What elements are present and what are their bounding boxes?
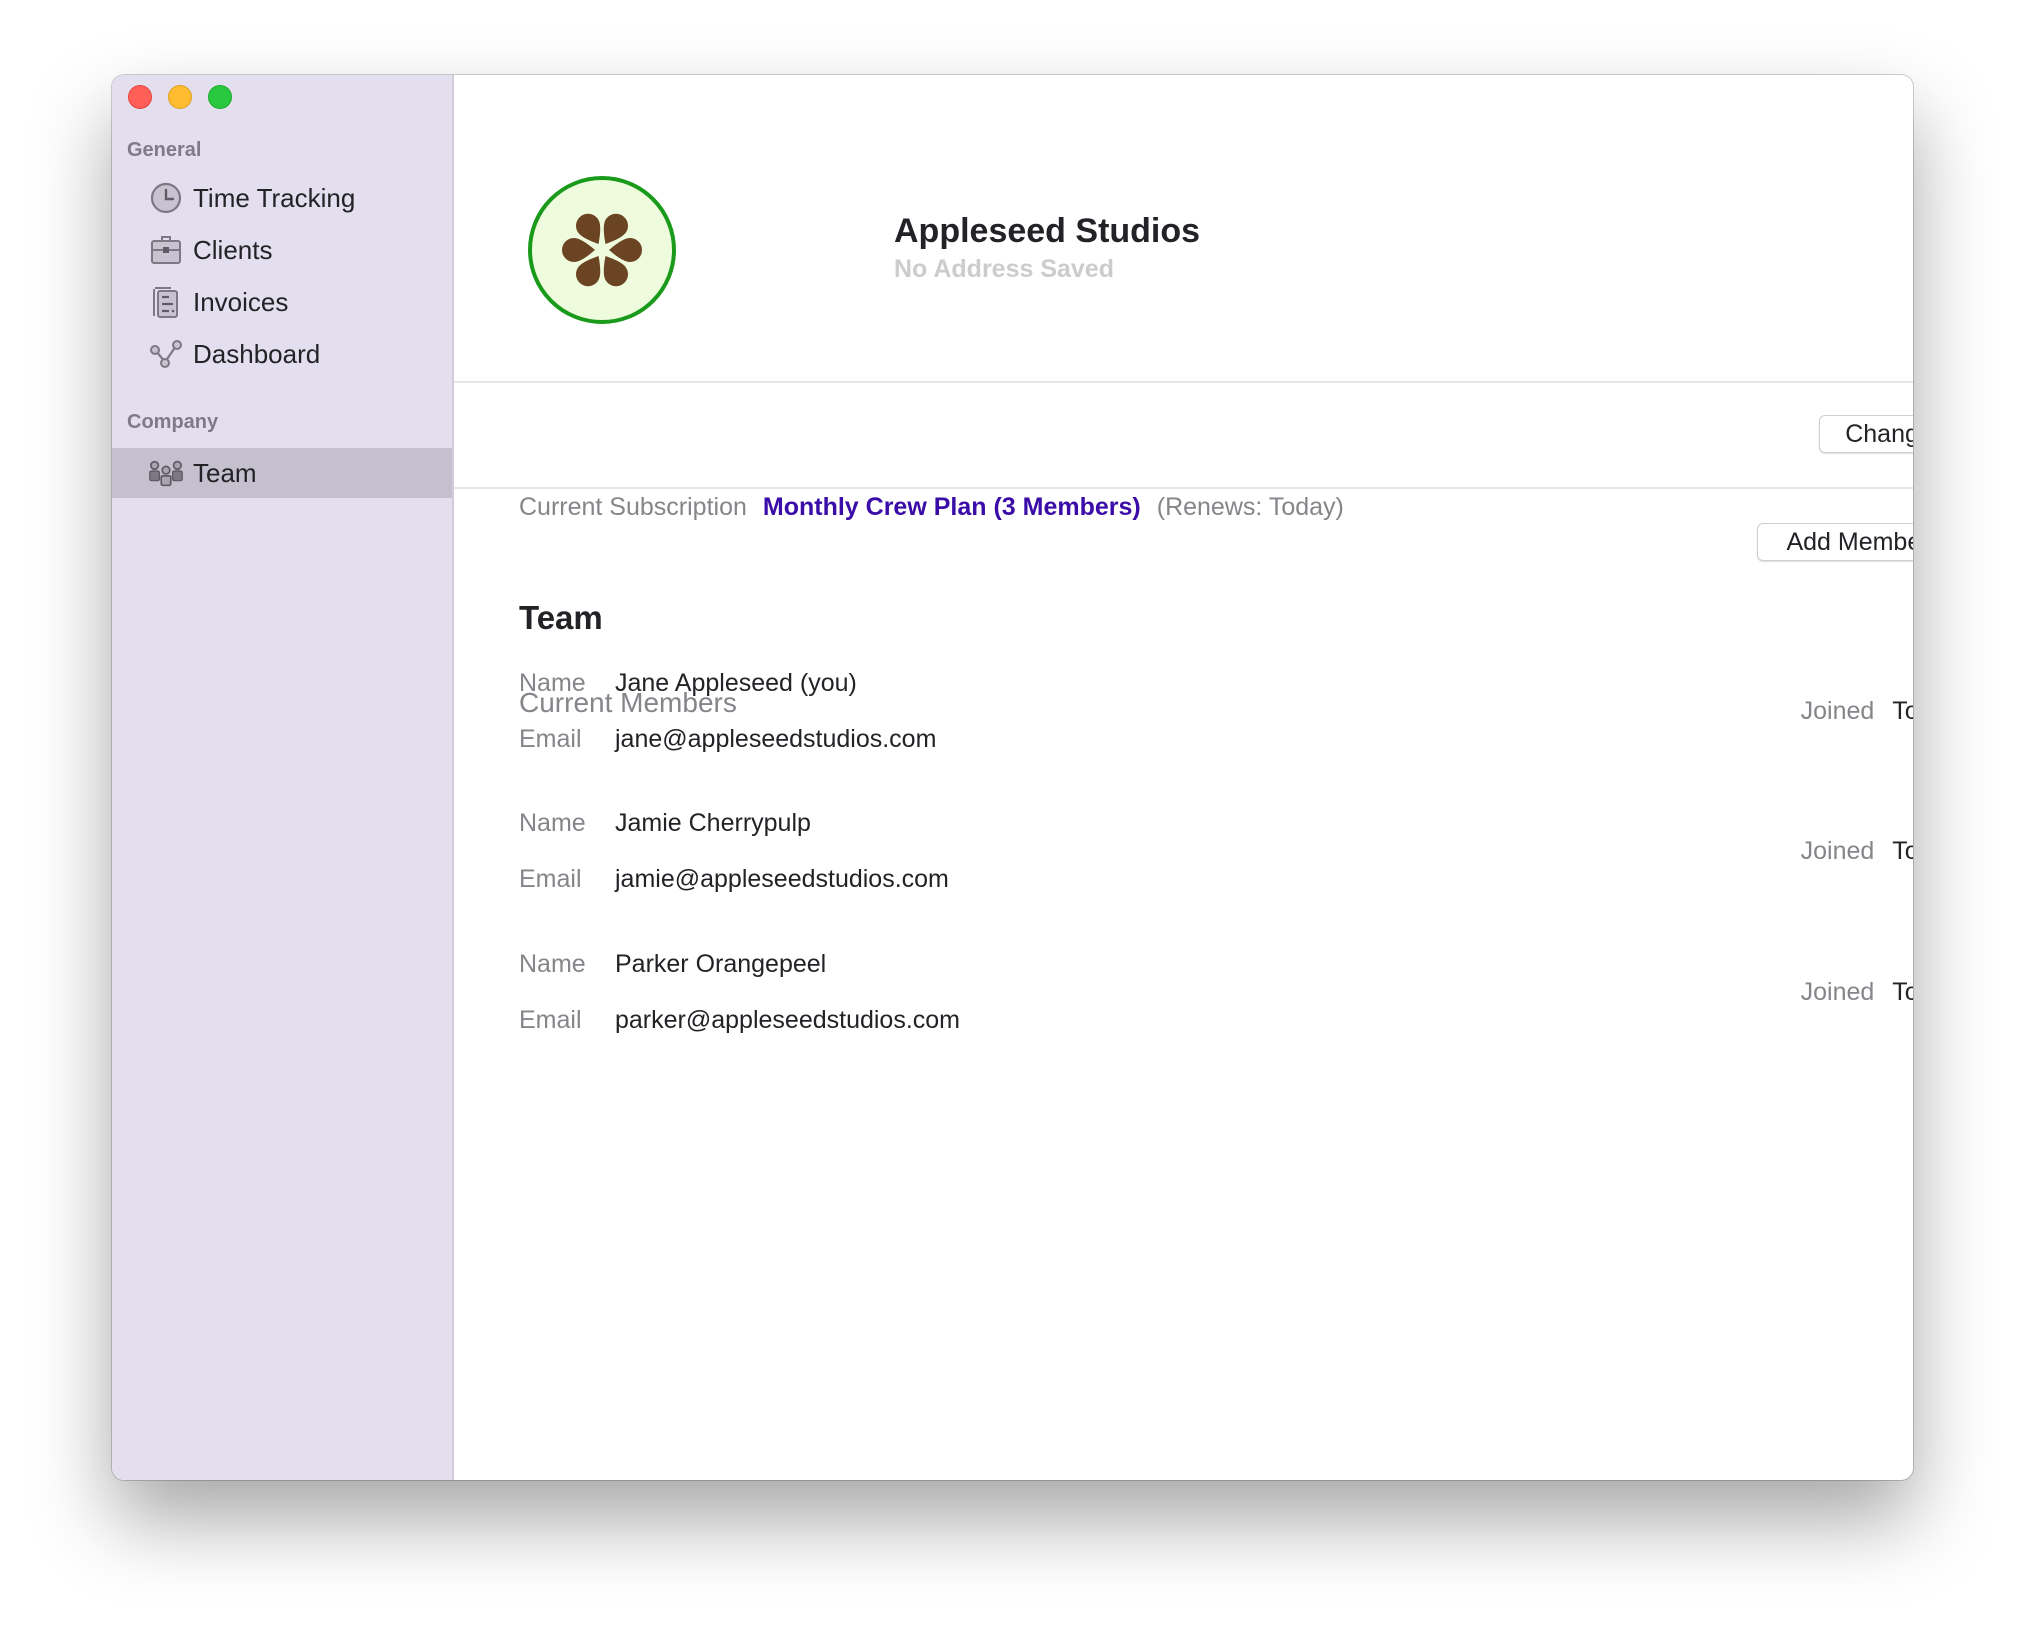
header-divider xyxy=(454,381,1913,383)
close-window-button[interactable] xyxy=(128,85,152,109)
team-heading: Team xyxy=(519,599,603,637)
member-row: NameParker Orangepeel Emailparker@apples… xyxy=(519,950,1913,1070)
subscription-plan: Monthly Crew Plan (3 Members) xyxy=(763,493,1141,522)
member-email: parker@appleseedstudios.com xyxy=(615,1006,960,1035)
member-name: Jane Appleseed (you) xyxy=(615,669,857,698)
member-row: NameJamie Cherrypulp Emailjamie@applesee… xyxy=(519,809,1913,929)
sidebar-item-label: Time Tracking xyxy=(193,183,355,214)
window-controls xyxy=(128,85,232,109)
member-joined: Today xyxy=(1892,837,1913,866)
name-key: Name xyxy=(519,669,615,698)
seed-flower-logo-icon xyxy=(527,175,677,325)
member-email: jane@appleseedstudios.com xyxy=(615,725,936,754)
sidebar-section-company: Company xyxy=(127,411,218,434)
clock-icon xyxy=(148,180,184,216)
member-name: Jamie Cherrypulp xyxy=(615,809,811,838)
name-key: Name xyxy=(519,950,615,979)
subscription-label: Current Subscription xyxy=(519,493,747,522)
sidebar-item-label: Invoices xyxy=(193,287,288,318)
member-row: NameJane Appleseed (you) Emailjane@apple… xyxy=(519,669,1913,789)
joined-key: Joined xyxy=(1801,837,1875,866)
change-subscription-button[interactable]: Change xyxy=(1819,415,1913,453)
add-member-button[interactable]: Add Member xyxy=(1757,523,1913,561)
email-key: Email xyxy=(519,865,615,894)
joined-key: Joined xyxy=(1801,978,1875,1007)
subscription-renews: (Renews: Today) xyxy=(1157,493,1344,522)
zoom-window-button[interactable] xyxy=(208,85,232,109)
member-name: Parker Orangepeel xyxy=(615,950,826,979)
app-window: General Time Tracking Clients Invoices D… xyxy=(112,75,1913,1480)
sidebar-item-label: Team xyxy=(193,458,257,489)
sidebar-item-clients[interactable]: Clients xyxy=(112,225,452,275)
chart-nodes-icon xyxy=(148,336,184,372)
main-content: Appleseed Studios No Address Saved Curre… xyxy=(454,75,1913,1480)
briefcase-icon xyxy=(148,232,184,268)
member-joined: Today xyxy=(1892,697,1913,726)
sidebar-item-label: Clients xyxy=(193,235,272,266)
invoice-icon xyxy=(148,284,184,320)
subscription-divider xyxy=(454,487,1913,489)
sidebar-item-label: Dashboard xyxy=(193,339,320,370)
email-key: Email xyxy=(519,725,615,754)
sidebar-item-time-tracking[interactable]: Time Tracking xyxy=(112,173,452,223)
sidebar-item-dashboard[interactable]: Dashboard xyxy=(112,329,452,379)
member-email: jamie@appleseedstudios.com xyxy=(615,865,949,894)
sidebar-section-general: General xyxy=(127,139,201,162)
name-key: Name xyxy=(519,809,615,838)
minimize-window-button[interactable] xyxy=(168,85,192,109)
member-joined: Today xyxy=(1892,978,1913,1007)
company-logo[interactable] xyxy=(527,175,677,325)
company-address: No Address Saved xyxy=(894,255,1114,284)
subscription-row: Current Subscription Monthly Crew Plan (… xyxy=(519,493,1344,522)
joined-key: Joined xyxy=(1801,697,1875,726)
email-key: Email xyxy=(519,1006,615,1035)
company-name: Appleseed Studios xyxy=(894,212,1200,251)
team-icon xyxy=(148,455,184,491)
sidebar: General Time Tracking Clients Invoices D… xyxy=(112,75,454,1480)
sidebar-item-team[interactable]: Team xyxy=(112,448,452,498)
sidebar-item-invoices[interactable]: Invoices xyxy=(112,277,452,327)
